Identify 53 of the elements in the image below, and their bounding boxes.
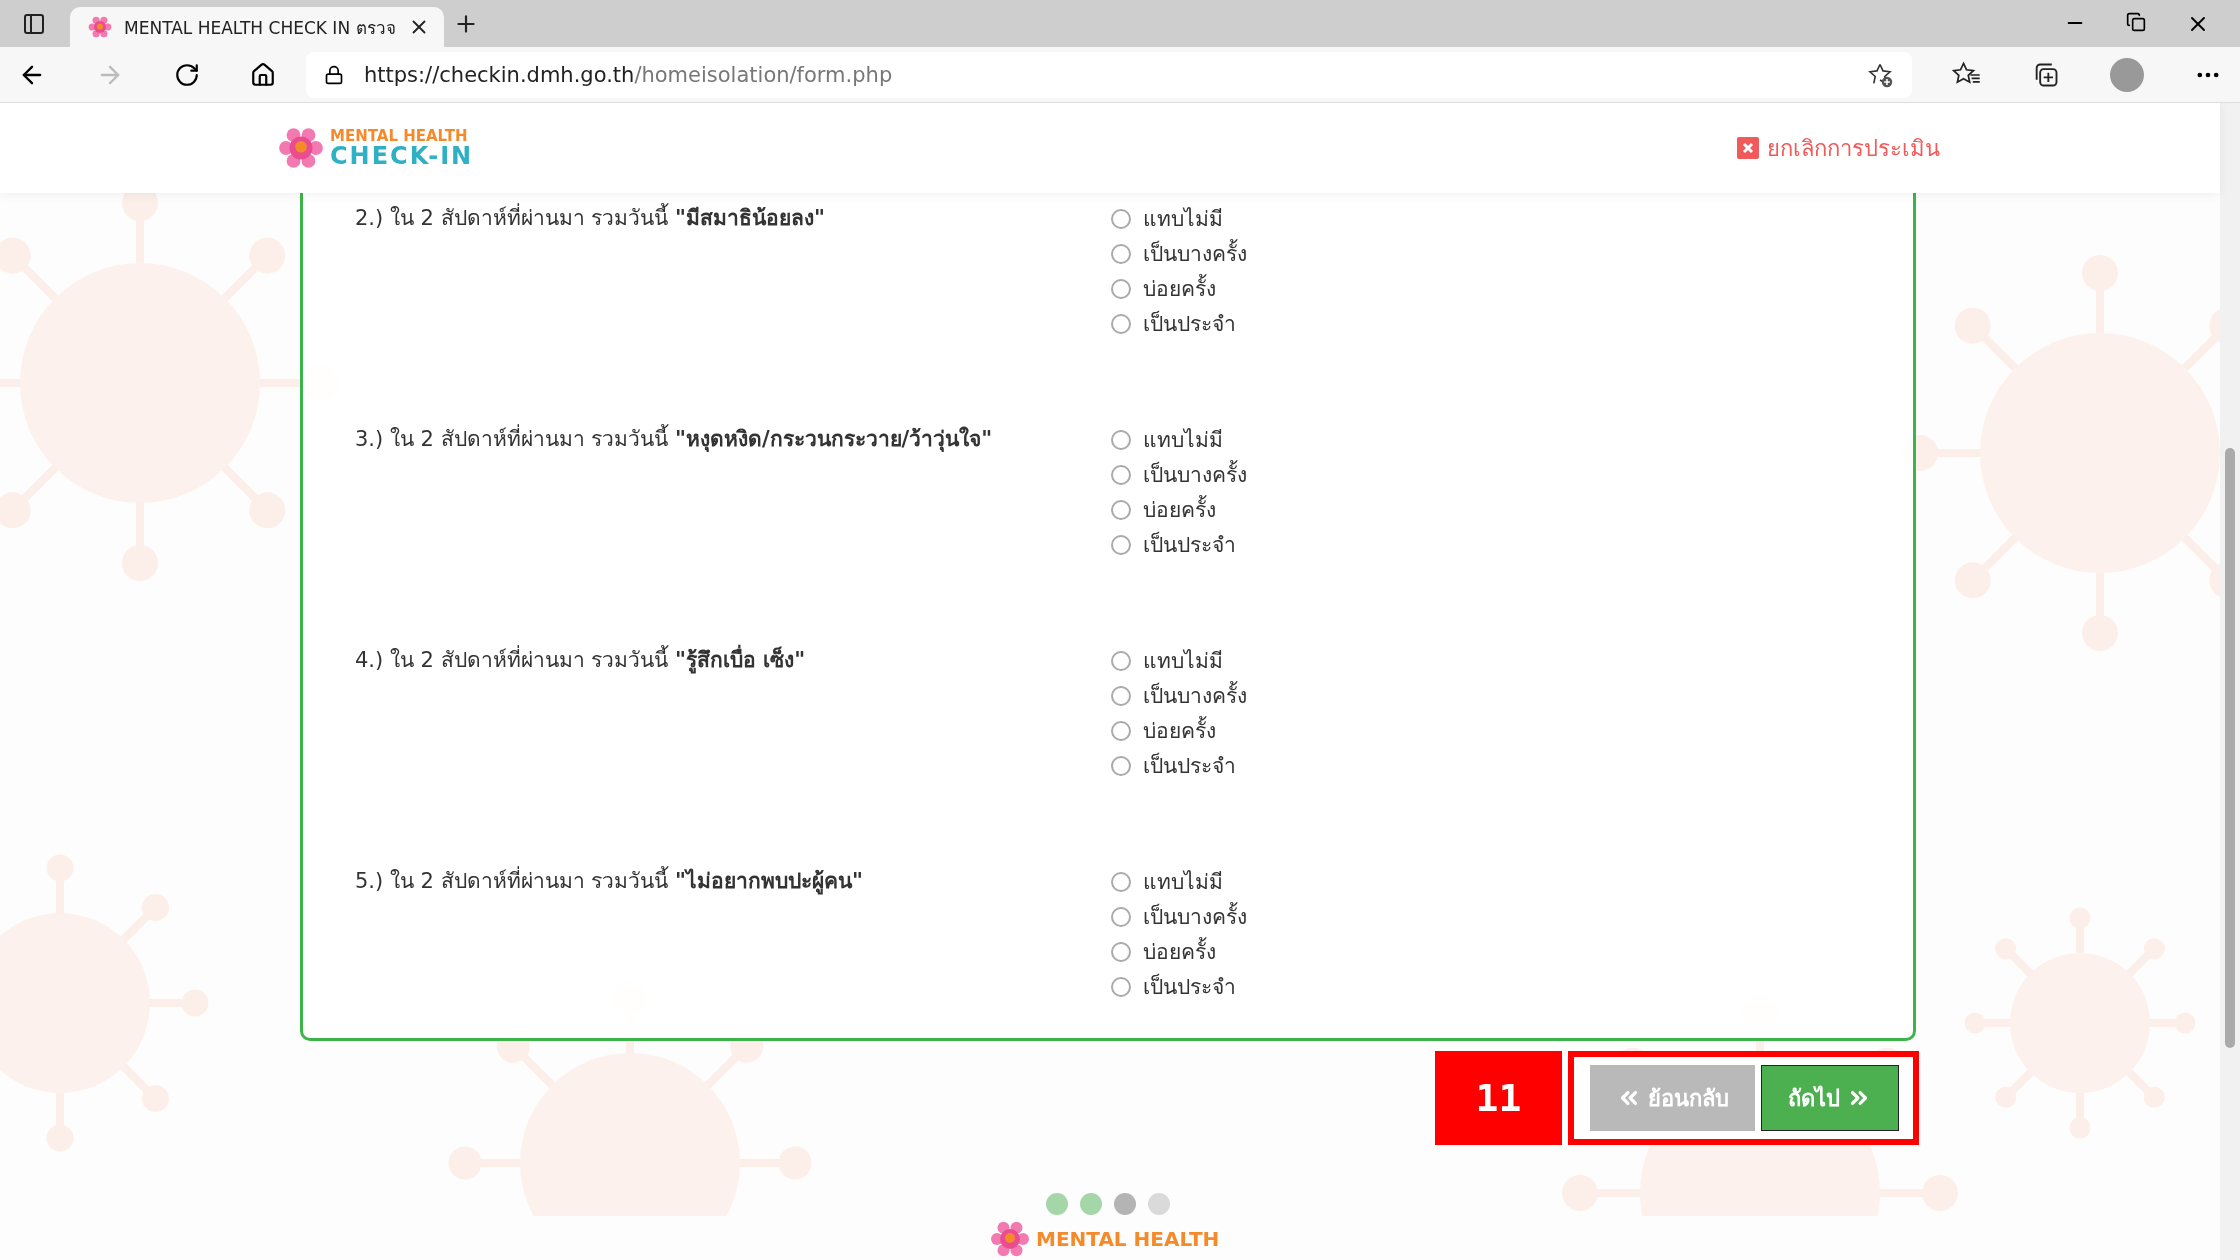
radio-option[interactable]: เป็นบางครั้ง xyxy=(1111,236,1913,271)
radio-option[interactable]: เป็นประจำ xyxy=(1111,969,1913,1004)
logo-text: MENTAL HEALTH xyxy=(330,128,469,144)
radio-button[interactable] xyxy=(1111,313,1131,334)
logo-text: CHECK-IN xyxy=(330,143,474,168)
radio-button[interactable] xyxy=(1111,464,1131,485)
restore-icon[interactable] xyxy=(2126,11,2146,32)
radio-option[interactable]: แทบไม่มี xyxy=(1111,422,1913,457)
profile-avatar[interactable] xyxy=(2110,57,2144,92)
radio-button[interactable] xyxy=(1111,534,1131,555)
radio-button[interactable] xyxy=(1111,499,1131,520)
browser-tab[interactable]: MENTAL HEALTH CHECK IN ตรวจ xyxy=(70,7,444,47)
reload-icon[interactable] xyxy=(174,61,200,88)
address-field[interactable]: https://checkin.dmh.go.th/homeisolation/form.php xyxy=(306,51,1912,98)
radio-button[interactable] xyxy=(1111,720,1131,741)
logo-icon xyxy=(990,1219,1030,1259)
radio-button[interactable] xyxy=(1111,906,1131,927)
logo-icon xyxy=(88,15,112,39)
radio-button[interactable] xyxy=(1111,941,1131,962)
radio-button[interactable] xyxy=(1111,650,1131,671)
radio-option[interactable]: แทบไม่มี xyxy=(1111,864,1913,899)
radio-option[interactable]: เป็นบางครั้ง xyxy=(1111,678,1913,713)
question-text: 5.) ใน 2 สัปดาห์ที่ผ่านมา รวมวันนี้ "ไม่อยากพบปะผู้คน" xyxy=(355,864,1111,1004)
radio-option[interactable]: เป็นประจำ xyxy=(1111,527,1913,562)
question-text: 2.) ใน 2 สัปดาห์ที่ผ่านมา รวมวันนี้ "มีสมาธิน้อยลง" xyxy=(355,201,1111,418)
lock-icon xyxy=(324,64,344,85)
radio-option[interactable]: บ่อยครั้ง xyxy=(1111,492,1913,527)
radio-option[interactable]: บ่อยครั้ง xyxy=(1111,271,1913,306)
radio-option[interactable]: เป็นประจำ xyxy=(1111,306,1913,341)
radio-option[interactable]: เป็นประจำ xyxy=(1111,748,1913,783)
question-text: 3.) ใน 2 สัปดาห์ที่ผ่านมา รวมวันนี้ "หงุดหงิด/กระวนกระวาย/ว้าวุ่นใจ" xyxy=(355,422,1111,639)
close-icon xyxy=(1737,137,1759,159)
radio-button[interactable] xyxy=(1111,755,1131,776)
radio-button[interactable] xyxy=(1111,429,1131,450)
radio-button[interactable] xyxy=(1111,871,1131,892)
radio-button[interactable] xyxy=(1111,976,1131,997)
question-text: 4.) ใน 2 สัปดาห์ที่ผ่านมา รวมวันนี้ "รู้สึกเบื่อ เซ็ง" xyxy=(355,643,1111,860)
radio-option[interactable]: แทบไม่มี xyxy=(1111,201,1913,236)
logo-icon xyxy=(278,125,324,171)
radio-button[interactable] xyxy=(1111,208,1131,229)
radio-button[interactable] xyxy=(1111,278,1131,299)
step-badge: 11 xyxy=(1435,1051,1562,1145)
radio-option[interactable]: แทบไม่มี xyxy=(1111,643,1913,678)
scrollbar[interactable] xyxy=(2220,103,2240,1260)
radio-button[interactable] xyxy=(1111,243,1131,264)
radio-option[interactable]: บ่อยครั้ง xyxy=(1111,713,1913,748)
radio-option[interactable]: เป็นบางครั้ง xyxy=(1111,899,1913,934)
home-icon[interactable] xyxy=(250,61,276,88)
logo-text: MENTAL HEALTH xyxy=(1036,1227,1220,1251)
url-text: https://checkin.dmh.go.th/homeisolation/form.php xyxy=(364,62,893,87)
radio-button[interactable] xyxy=(1111,685,1131,706)
radio-option[interactable]: บ่อยครั้ง xyxy=(1111,934,1913,969)
radio-option[interactable]: เป็นบางครั้ง xyxy=(1111,457,1913,492)
